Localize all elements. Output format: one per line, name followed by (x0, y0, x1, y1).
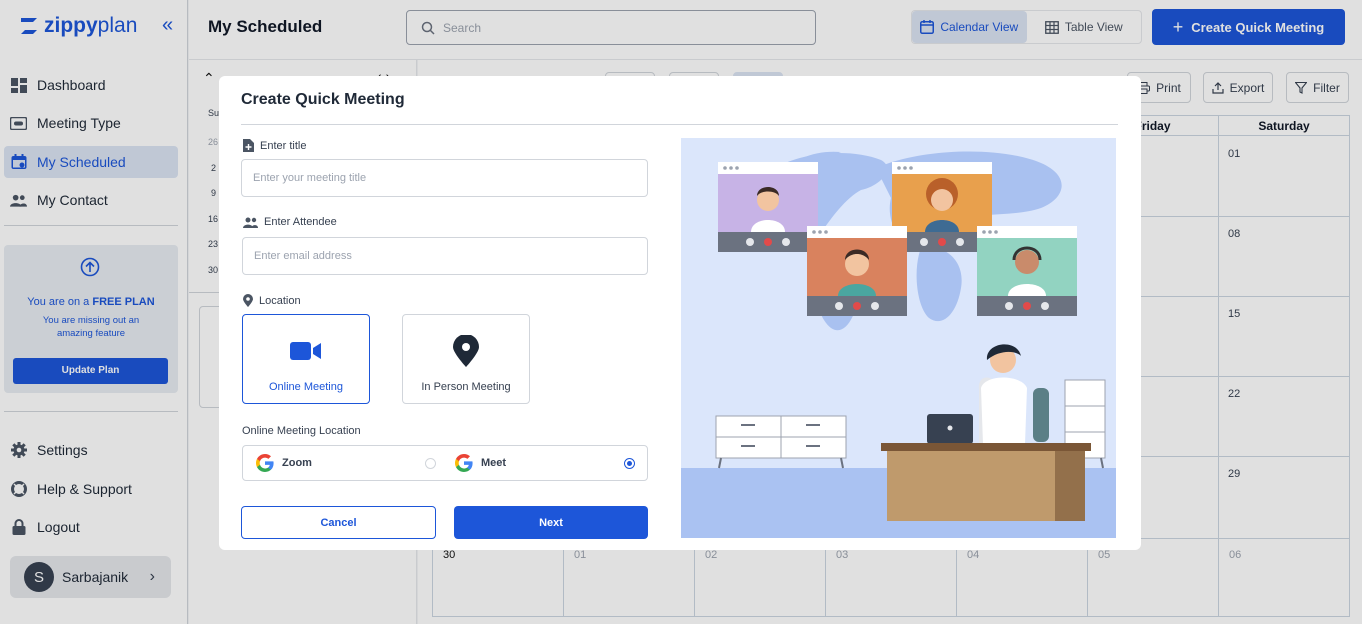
label-text: Location (259, 294, 301, 307)
location-label: Location (243, 294, 301, 307)
option-label: Online Meeting (269, 381, 343, 393)
cancel-button[interactable]: Cancel (241, 506, 436, 539)
video-camera-icon (290, 335, 322, 367)
option-label: In Person Meeting (421, 381, 511, 393)
document-add-icon (243, 139, 254, 152)
google-icon (455, 454, 473, 472)
modal-title: Create Quick Meeting (241, 91, 405, 108)
create-quick-meeting-modal: Create Quick Meeting Enter title Enter A… (219, 76, 1141, 550)
google-icon (256, 454, 274, 472)
title-field-label: Enter title (243, 139, 306, 152)
modal-divider (241, 124, 1118, 125)
meeting-title-input[interactable] (241, 159, 648, 197)
online-provider-selector: Zoom Meet (242, 445, 648, 481)
label-text: Enter Attendee (264, 216, 337, 228)
location-pin-icon (243, 294, 253, 307)
zoom-option[interactable]: Zoom (256, 454, 312, 472)
next-button[interactable]: Next (454, 506, 648, 539)
zoom-radio[interactable] (425, 458, 436, 469)
label-text: Enter title (260, 139, 307, 152)
video-conference-illustration (681, 138, 1116, 538)
map-pin-icon (452, 335, 480, 367)
meet-radio[interactable] (624, 458, 635, 469)
provider-label: Zoom (282, 457, 312, 469)
attendee-email-input[interactable] (242, 237, 648, 275)
online-location-label: Online Meeting Location (242, 425, 361, 437)
provider-label: Meet (481, 457, 507, 469)
meet-option[interactable]: Meet (455, 454, 506, 472)
in-person-meeting-option[interactable]: In Person Meeting (402, 314, 530, 404)
online-meeting-option[interactable]: Online Meeting (242, 314, 370, 404)
people-icon (243, 217, 258, 228)
attendee-field-label: Enter Attendee (243, 216, 337, 228)
